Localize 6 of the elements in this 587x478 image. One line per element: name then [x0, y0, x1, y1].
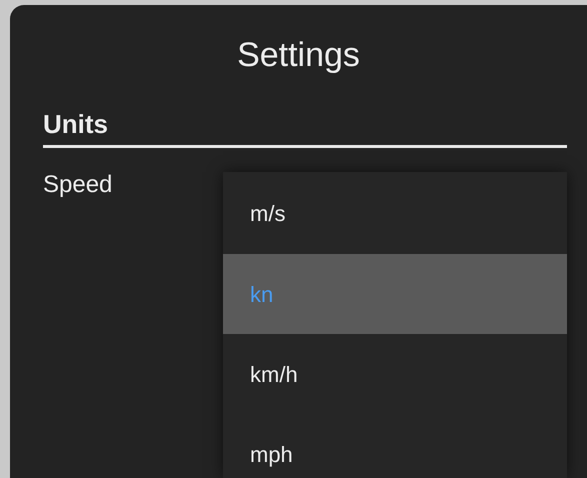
dropdown-option[interactable]: mph — [223, 414, 567, 478]
dropdown-option[interactable]: km/h — [223, 334, 567, 414]
section-heading: Units — [43, 109, 567, 148]
window-title: Settings — [236, 35, 361, 76]
field-label: Speed — [43, 170, 114, 200]
dropdown-option[interactable]: m/s — [223, 172, 567, 254]
